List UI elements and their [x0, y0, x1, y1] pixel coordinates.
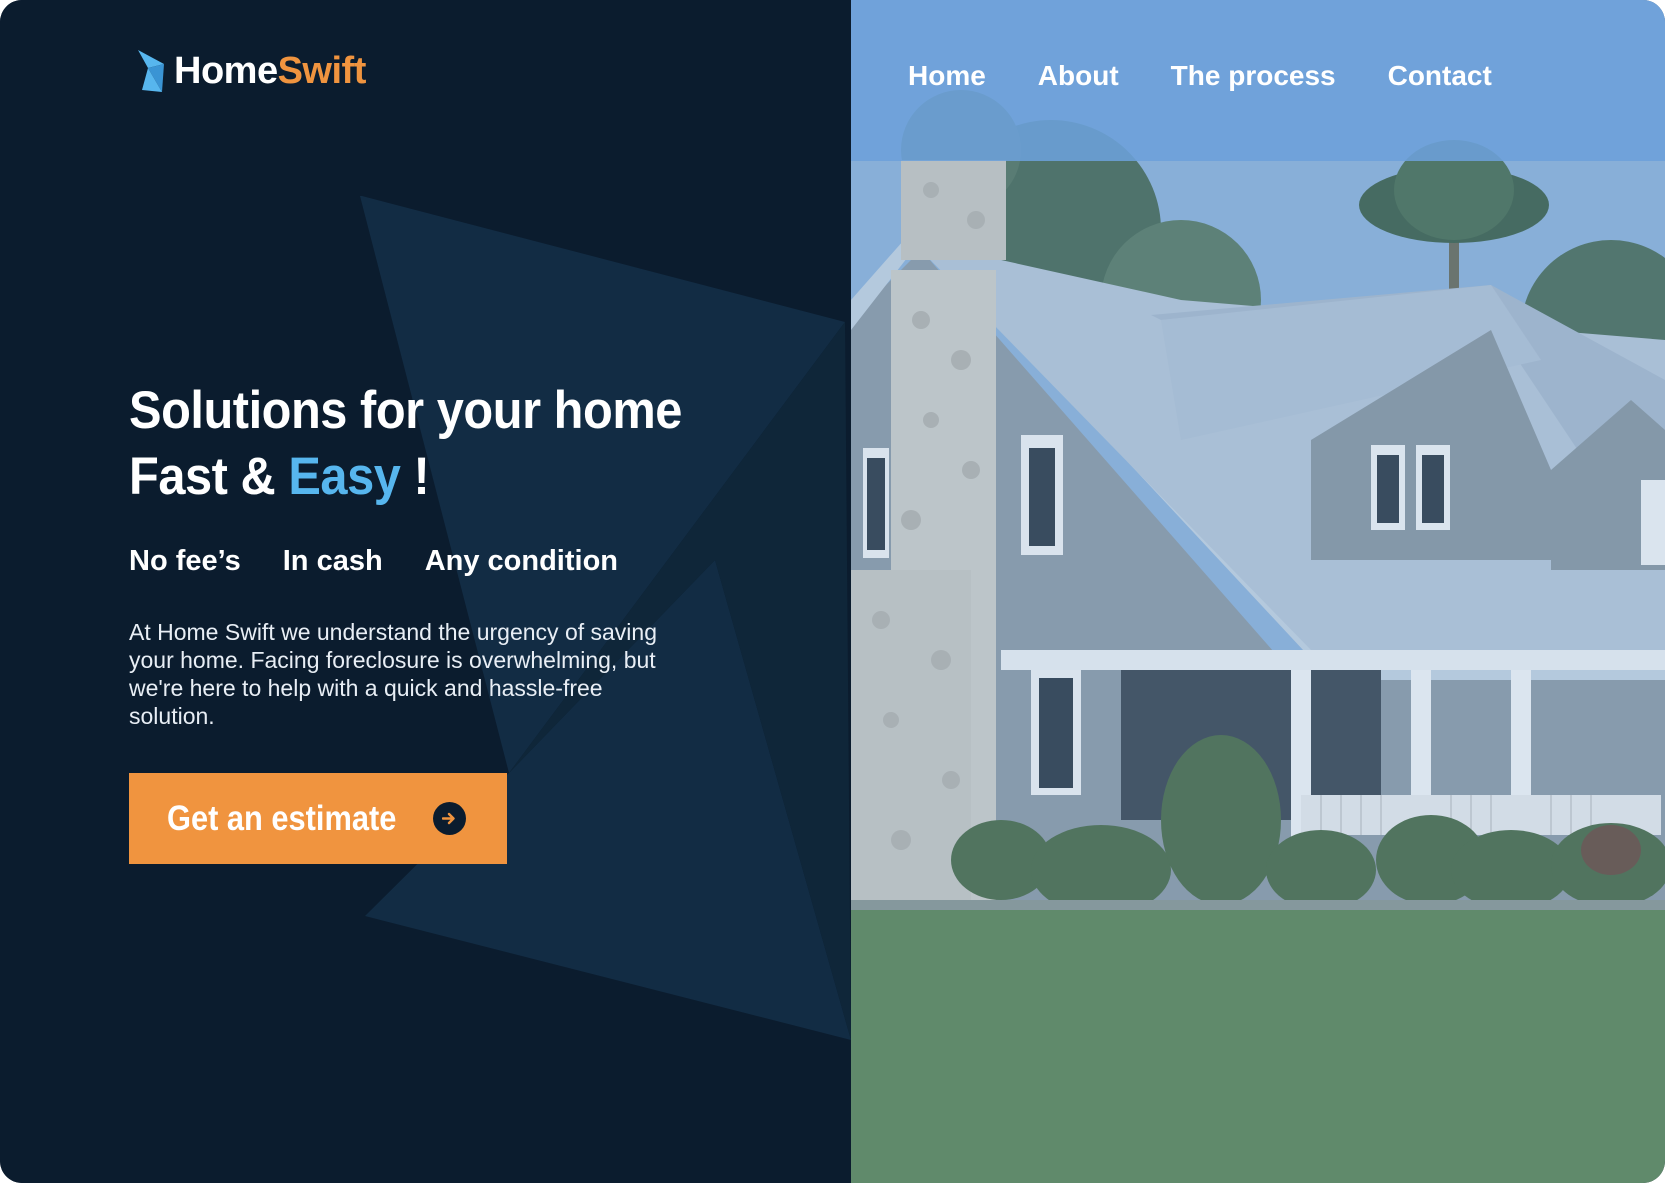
nav-about[interactable]: About: [1038, 60, 1119, 92]
hero-title-line2-prefix: Fast &: [129, 447, 289, 506]
house-photo: [851, 0, 1665, 1183]
feature-list: No fee’s In cash Any condition: [129, 545, 618, 578]
hero-title-accent: Easy: [288, 447, 401, 506]
nav-contact[interactable]: Contact: [1388, 60, 1492, 92]
logo-mark-icon: [138, 50, 164, 92]
hero-title-line2-suffix: !: [400, 447, 430, 506]
hero-left-panel: HomeSwift Solutions for your home Fast &…: [0, 0, 851, 1183]
top-navigation-bar: Home About The process Contact: [851, 0, 1665, 161]
arrow-right-circle-icon: [433, 802, 466, 835]
feature-in-cash: In cash: [282, 545, 383, 577]
nav-home[interactable]: Home: [908, 60, 986, 92]
get-estimate-label: Get an estimate: [167, 798, 397, 838]
landing-page: HomeSwift Solutions for your home Fast &…: [0, 0, 1665, 1183]
get-estimate-button[interactable]: Get an estimate: [129, 773, 507, 864]
brand-name-part2: Swift: [277, 50, 367, 92]
main-nav: Home About The process Contact: [908, 60, 1492, 92]
background-triangle-shape: [360, 196, 851, 1040]
feature-no-fees: No fee’s: [129, 545, 241, 577]
nav-the-process[interactable]: The process: [1171, 60, 1336, 92]
brand-name-part1: Home: [174, 50, 278, 92]
hero-title-line1: Solutions for your home: [129, 381, 682, 440]
hero-title: Solutions for your home Fast & Easy !: [129, 378, 682, 510]
feature-any-condition: Any condition: [424, 545, 619, 577]
hero-image-panel: Home About The process Contact: [851, 0, 1665, 1183]
brand-logo[interactable]: HomeSwift: [138, 50, 366, 92]
brand-name: HomeSwift: [174, 52, 366, 90]
hero-description: At Home Swift we understand the urgency …: [129, 619, 658, 729]
